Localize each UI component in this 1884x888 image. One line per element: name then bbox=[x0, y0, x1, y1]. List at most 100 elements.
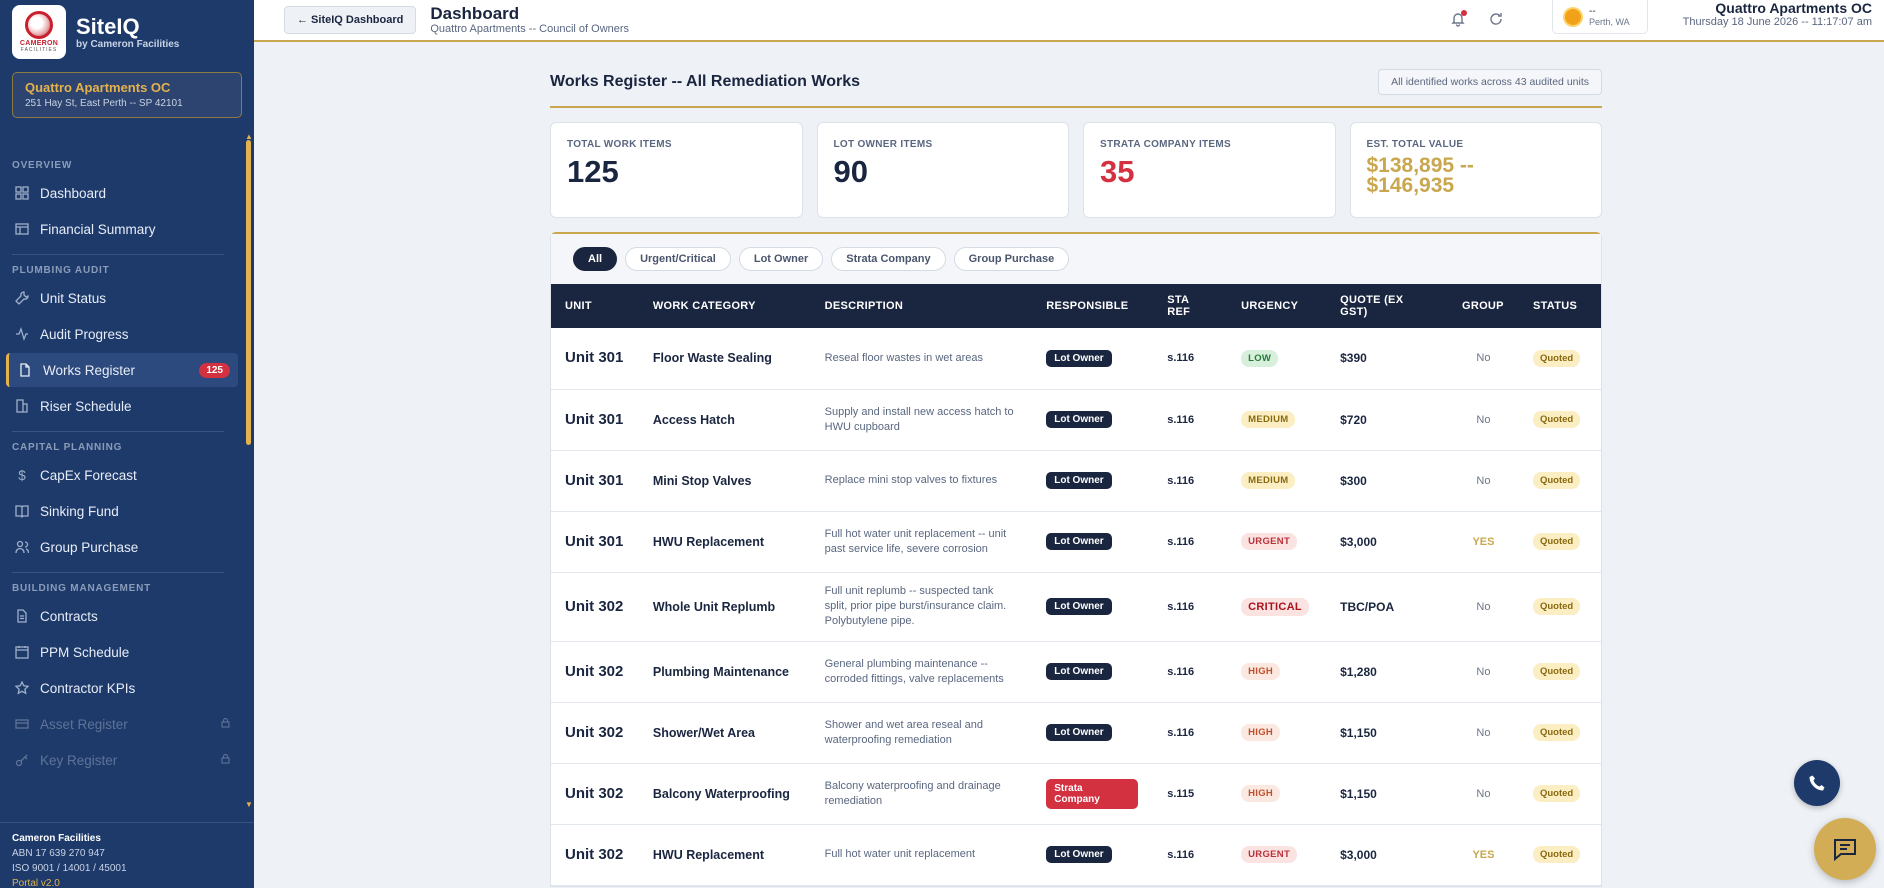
footer-company: Cameron Facilities bbox=[12, 833, 101, 844]
col-unit[interactable]: UNIT bbox=[551, 284, 639, 328]
back-to-dashboard-button[interactable]: ← SiteIQ Dashboard bbox=[284, 6, 417, 34]
cell-description: Supply and install new access hatch to H… bbox=[810, 389, 1033, 451]
cell-responsible: Lot Owner bbox=[1032, 702, 1154, 764]
cell-quote: TBC/POA bbox=[1326, 572, 1448, 642]
cell-description: Full hot water unit replacement -- unit … bbox=[810, 511, 1033, 573]
table-header-row: UNIT WORK CATEGORY DESCRIPTION RESPONSIB… bbox=[551, 284, 1601, 328]
nav-section-capital-planning: CAPITAL PLANNING bbox=[12, 442, 123, 453]
sidebar-item-works-register[interactable]: Works Register 125 bbox=[6, 353, 238, 387]
cell-status: Quoted bbox=[1518, 572, 1601, 642]
sidebar-item-audit-progress[interactable]: Audit Progress bbox=[6, 317, 238, 351]
table-row[interactable]: Unit 301 Mini Stop Valves Replace mini sto… bbox=[551, 450, 1601, 512]
cell-sta-ref: s.116 bbox=[1153, 389, 1228, 451]
cell-quote: $720 bbox=[1326, 389, 1448, 451]
cell-unit: Unit 301 bbox=[551, 511, 639, 573]
cell-status: Quoted bbox=[1518, 389, 1601, 451]
logo-subtext: FACILITIES bbox=[20, 47, 58, 53]
table-row[interactable]: Unit 302 HWU Replacement Full hot water un… bbox=[551, 824, 1601, 886]
filter-chip-urgent-critical[interactable]: Urgent/Critical bbox=[625, 247, 731, 271]
cell-unit: Unit 302 bbox=[551, 572, 639, 642]
table-row[interactable]: Unit 301 Access Hatch Supply and install n… bbox=[551, 389, 1601, 451]
sidebar-item-ppm-schedule[interactable]: PPM Schedule bbox=[6, 635, 238, 669]
cameron-logo: CAMERON FACILITIES bbox=[12, 5, 66, 59]
sidebar-item-financial-summary[interactable]: Financial Summary bbox=[6, 212, 238, 246]
cell-group: No bbox=[1447, 328, 1519, 390]
table-row[interactable]: Unit 302 Whole Unit Replumb Full unit repl… bbox=[551, 572, 1601, 642]
status-badge: Quoted bbox=[1532, 472, 1581, 489]
refresh-icon[interactable] bbox=[1483, 6, 1509, 32]
cell-unit: Unit 301 bbox=[551, 450, 639, 512]
sidebar-item-label: Works Register bbox=[43, 362, 136, 378]
nav-section-overview: OVERVIEW bbox=[12, 160, 73, 171]
weather-location: Perth, WA bbox=[1589, 16, 1630, 27]
topbar-site-name: Quattro Apartments OC bbox=[1715, 0, 1872, 16]
table-row[interactable]: Unit 301 HWU Replacement Full hot water un… bbox=[551, 511, 1601, 573]
col-description[interactable]: DESCRIPTION bbox=[810, 284, 1033, 328]
brand[interactable]: CAMERON FACILITIES SiteIQ by Cameron Fac… bbox=[0, 0, 254, 64]
site-selector[interactable]: Quattro Apartments OC 251 Hay St, East P… bbox=[12, 72, 242, 118]
table-row[interactable]: Unit 302 Shower/Wet Area Shower and wet ar… bbox=[551, 702, 1601, 764]
scroll-down-arrow-icon[interactable]: ▼ bbox=[245, 800, 253, 809]
page-subtitle: Quattro Apartments -- Council of Owners bbox=[430, 23, 630, 35]
nav-section-plumbing-audit: PLUMBING AUDIT bbox=[12, 265, 110, 276]
sidebar-scrollbar[interactable] bbox=[246, 140, 251, 445]
filter-bar: All Urgent/Critical Lot Owner Strata Com… bbox=[551, 234, 1601, 284]
calendar-icon bbox=[14, 644, 30, 660]
responsible-badge: Strata Company bbox=[1046, 778, 1139, 809]
filter-chip-lot-owner[interactable]: Lot Owner bbox=[738, 247, 824, 271]
page-title-block: Dashboard Quattro Apartments -- Council … bbox=[430, 5, 630, 36]
chat-button[interactable] bbox=[1814, 818, 1876, 880]
filter-chip-all[interactable]: All bbox=[573, 247, 618, 271]
responsible-badge: Lot Owner bbox=[1046, 724, 1112, 741]
status-badge: Quoted bbox=[1532, 349, 1581, 367]
cell-status: Quoted bbox=[1518, 450, 1601, 512]
cell-urgency: CRITICAL bbox=[1227, 572, 1327, 642]
sidebar-item-label: Group Purchase bbox=[40, 539, 139, 555]
col-status[interactable]: STATUS bbox=[1518, 284, 1601, 328]
sidebar-item-capex-forecast[interactable]: $ CapEx Forecast bbox=[6, 458, 238, 492]
sidebar-nav: OVERVIEW Dashboard Financial Summary PLU… bbox=[0, 150, 244, 808]
cell-group: No bbox=[1447, 702, 1519, 764]
sidebar-item-label: PPM Schedule bbox=[40, 644, 130, 660]
cell-group: YES bbox=[1447, 824, 1519, 886]
status-badge: Quoted bbox=[1532, 533, 1581, 550]
status-badge: Quoted bbox=[1532, 598, 1581, 615]
stat-value: $138,895 -- $146,935 bbox=[1366, 155, 1586, 197]
sidebar-item-dashboard[interactable]: Dashboard bbox=[6, 176, 238, 210]
col-sta-ref[interactable]: STA REF bbox=[1153, 284, 1228, 328]
sidebar-item-group-purchase[interactable]: Group Purchase bbox=[6, 530, 238, 564]
cell-unit: Unit 302 bbox=[551, 763, 639, 825]
topbar-site-info: Quattro Apartments OC Thursday 18 June 2… bbox=[1683, 0, 1872, 28]
weather-value: -- bbox=[1589, 5, 1596, 17]
col-quote[interactable]: QUOTE (EX GST) bbox=[1326, 284, 1448, 328]
table-row[interactable]: Unit 302 Plumbing Maintenance General plum… bbox=[551, 641, 1601, 703]
sidebar-item-sinking-fund[interactable]: Sinking Fund bbox=[6, 494, 238, 528]
table-row[interactable]: Unit 302 Balcony Waterproofing Balcony wat… bbox=[551, 763, 1601, 825]
weather-widget[interactable]: -- Perth, WA bbox=[1552, 0, 1648, 34]
table-row[interactable]: Unit 301 Floor Waste Sealing Reseal floor … bbox=[551, 328, 1601, 390]
col-work-category[interactable]: WORK CATEGORY bbox=[638, 284, 811, 328]
stat-value-line2: $146,935 bbox=[1366, 174, 1455, 197]
filter-chip-group-purchase[interactable]: Group Purchase bbox=[953, 247, 1070, 271]
sidebar-item-contractor-kpis[interactable]: Contractor KPIs bbox=[6, 671, 238, 705]
cell-work-category: HWU Replacement bbox=[638, 511, 811, 573]
notifications-bell-icon[interactable] bbox=[1445, 6, 1471, 32]
cell-unit: Unit 302 bbox=[551, 641, 639, 703]
filter-chip-strata-company[interactable]: Strata Company bbox=[831, 247, 946, 271]
brand-subtitle: by Cameron Facilities bbox=[76, 38, 180, 50]
cell-urgency: URGENT bbox=[1227, 824, 1327, 886]
sidebar-item-label: Dashboard bbox=[40, 185, 107, 201]
stat-card-total: TOTAL WORK ITEMS 125 bbox=[550, 122, 803, 218]
cell-description: Full hot water unit replacement bbox=[810, 824, 1033, 886]
sidebar-item-unit-status[interactable]: Unit Status bbox=[6, 281, 238, 315]
cell-urgency: LOW bbox=[1227, 328, 1327, 390]
col-group[interactable]: GROUP bbox=[1447, 284, 1519, 328]
section-header: Works Register -- All Remediation Works … bbox=[550, 60, 1602, 108]
sidebar-item-contracts[interactable]: Contracts bbox=[6, 599, 238, 633]
cell-responsible: Strata Company bbox=[1032, 763, 1154, 825]
call-button[interactable] bbox=[1794, 760, 1840, 806]
sidebar-item-riser-schedule[interactable]: Riser Schedule bbox=[6, 389, 238, 423]
stat-card-est-value: EST. TOTAL VALUE $138,895 -- $146,935 bbox=[1349, 122, 1602, 218]
col-urgency[interactable]: URGENCY bbox=[1227, 284, 1327, 328]
col-responsible[interactable]: RESPONSIBLE bbox=[1032, 284, 1154, 328]
